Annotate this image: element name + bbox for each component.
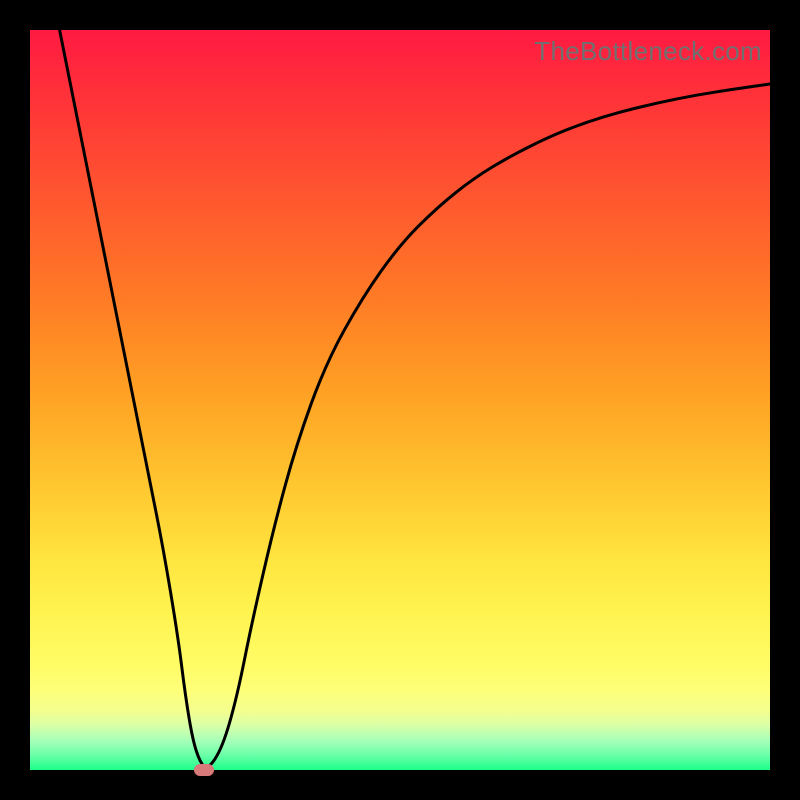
curve-layer — [30, 30, 770, 770]
plot-area: TheBottleneck.com — [30, 30, 770, 770]
chart-container: TheBottleneck.com — [0, 0, 800, 800]
bottleneck-curve — [60, 30, 770, 767]
optimal-marker — [194, 764, 214, 776]
